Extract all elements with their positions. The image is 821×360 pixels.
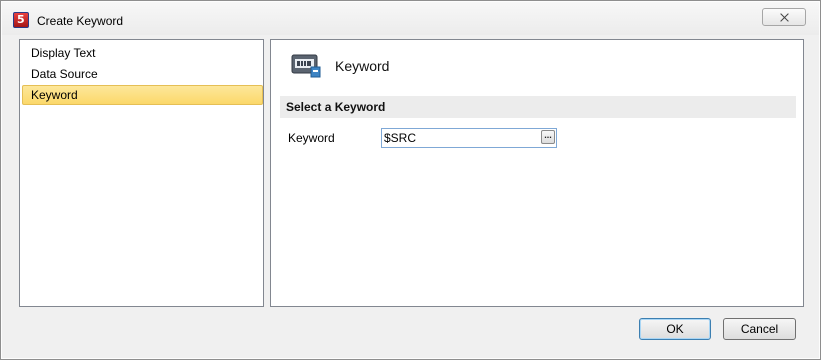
window-title: Create Keyword — [37, 14, 124, 28]
keyword-icon — [291, 54, 321, 78]
close-icon[interactable] — [762, 8, 806, 26]
ok-button[interactable]: OK — [639, 318, 711, 340]
section-title: Select a Keyword — [280, 96, 796, 118]
nav-list: Display Text Data Source Keyword — [19, 39, 264, 307]
keyword-panel: Keyword Select a Keyword Keyword ... — [270, 39, 804, 307]
keyword-input[interactable] — [382, 129, 539, 147]
flowjo-app-icon — [13, 12, 29, 28]
keyword-field-label: Keyword — [288, 131, 335, 145]
browse-keyword-button[interactable]: ... — [541, 130, 555, 144]
panel-heading: Keyword — [335, 58, 390, 74]
nav-item-keyword[interactable]: Keyword — [22, 85, 263, 105]
cancel-button[interactable]: Cancel — [723, 318, 796, 340]
nav-item-display-text[interactable]: Display Text — [22, 43, 263, 63]
title-bar: Create Keyword — [2, 2, 819, 35]
nav-item-data-source[interactable]: Data Source — [22, 64, 263, 84]
keyword-field: ... — [381, 128, 557, 148]
create-keyword-dialog: Create Keyword Display Text Data Source … — [0, 0, 821, 360]
